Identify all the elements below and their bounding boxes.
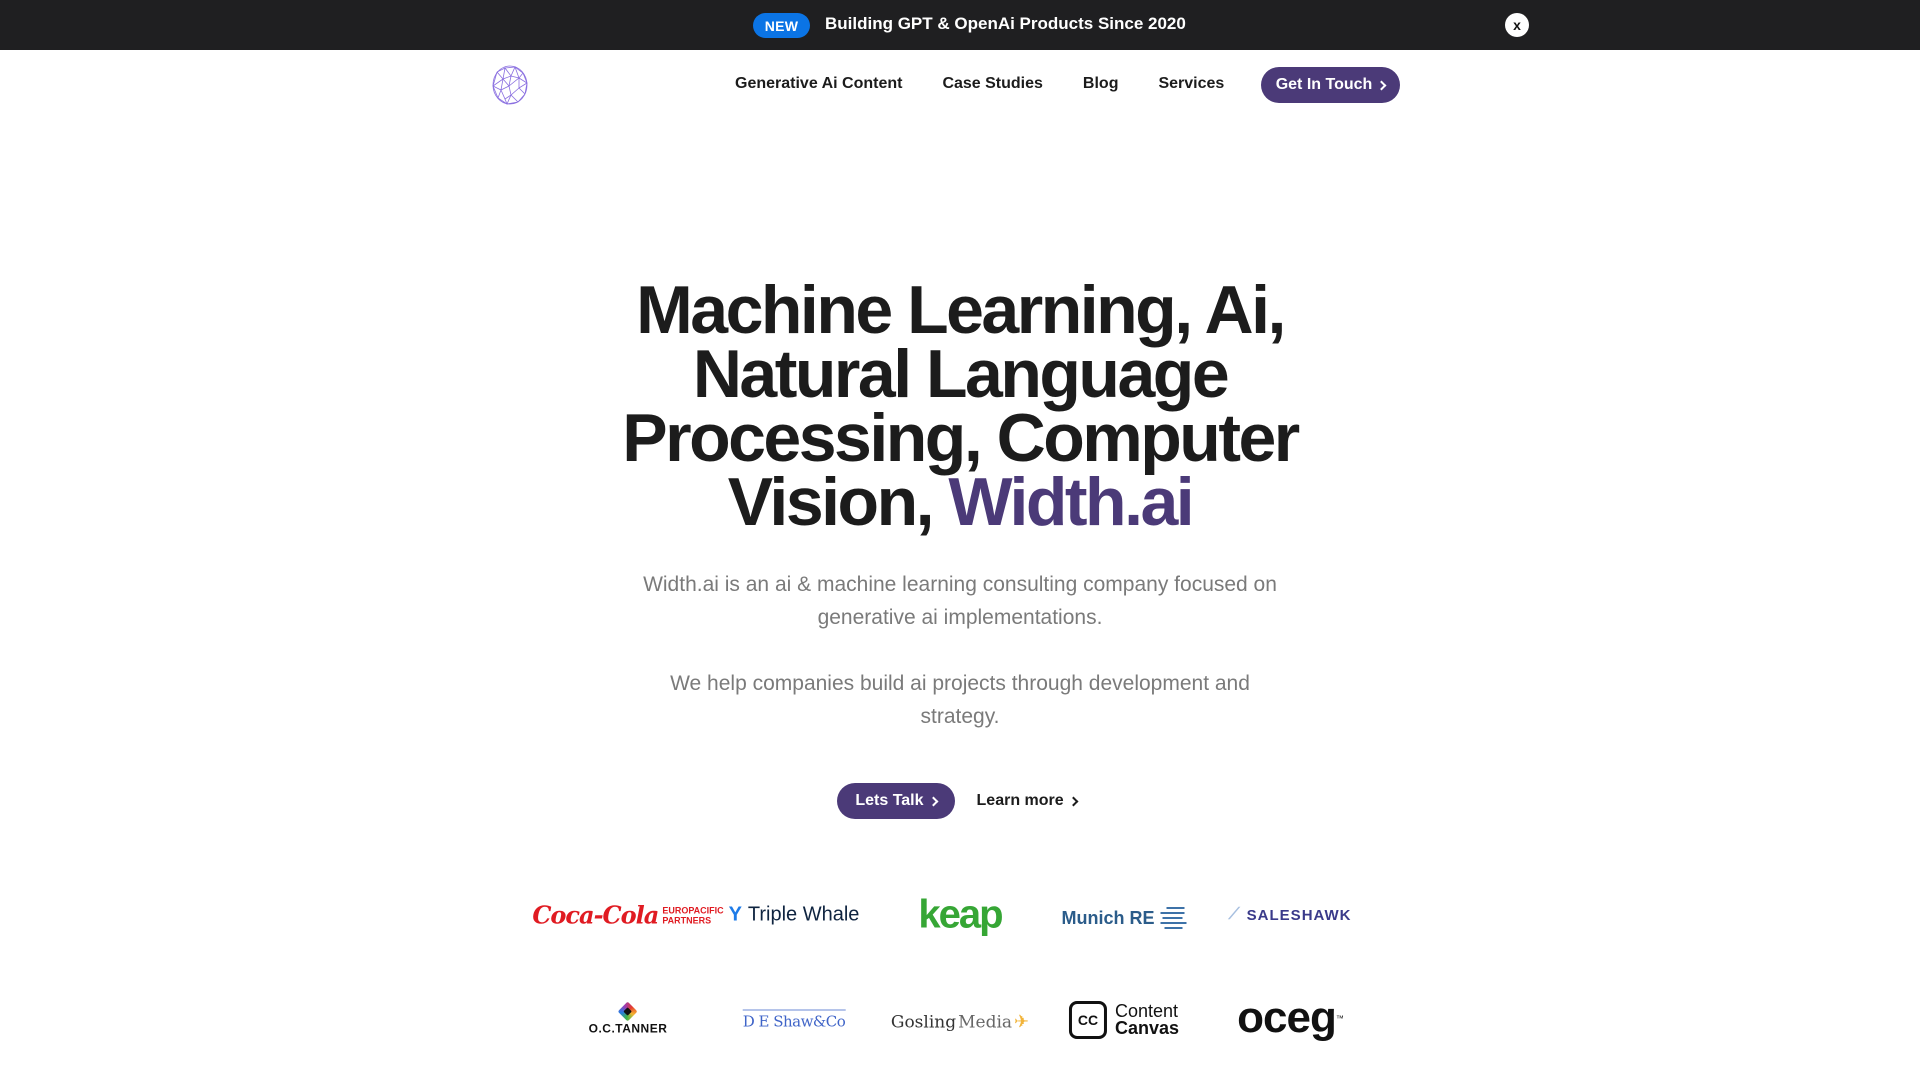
gosling-text: Gosling [890, 1012, 957, 1032]
logo-triple-whale: Y Triple Whale [729, 904, 860, 927]
logo-content-canvas: CC Content Canvas [1068, 1001, 1180, 1039]
canvas-text: Canvas [1114, 1018, 1180, 1038]
top-nav: Generative Ai Content Case Studies Blog … [0, 50, 1920, 120]
geodesic-sphere-logo-icon[interactable] [491, 64, 529, 106]
oc-tanner-text: O.C.TANNER [588, 1021, 668, 1036]
lets-talk-label: Lets Talk [855, 792, 924, 809]
learn-more-label: Learn more [976, 792, 1064, 809]
chevron-right-icon [1068, 796, 1079, 807]
content-canvas-mark-icon: CC [1068, 1001, 1107, 1039]
nav-link-blog[interactable]: Blog [1083, 75, 1119, 93]
oceg-text: oceg [1237, 993, 1337, 1042]
get-in-touch-button[interactable]: Get In Touch [1261, 67, 1400, 103]
saleshawk-text: SALESHAWK [1246, 906, 1352, 924]
nav-links: Generative Ai Content Case Studies Blog … [735, 75, 1224, 93]
coca-cola-tagline: EUROPACIFIC PARTNERS [662, 905, 723, 925]
nav-link-case-studies[interactable]: Case Studies [942, 75, 1042, 93]
gosling-bird-icon: ✈ [1014, 1011, 1030, 1033]
content-canvas-text: Content Canvas [1114, 1002, 1180, 1038]
oc-tanner-gem-icon [618, 1001, 638, 1022]
tagline-line-2: PARTNERS [662, 915, 712, 925]
hero-subdescription: We help companies build ai projects thro… [670, 672, 1250, 728]
hero-actions: Lets Talk Learn more [0, 783, 1920, 819]
new-badge: NEW [753, 13, 810, 38]
chevron-right-icon [1376, 80, 1387, 91]
hawk-wing-icon: ⟋ [1228, 906, 1241, 923]
logo-munich-re: Munich RE [1062, 907, 1187, 929]
announcement-text[interactable]: Building GPT & OpenAi Products Since 202… [825, 14, 1186, 34]
tagline-line-1: EUROPACIFIC [662, 905, 724, 915]
announcement-banner: NEW Building GPT & OpenAi Products Since… [0, 0, 1920, 50]
close-banner-button[interactable]: x [1505, 13, 1529, 37]
logo-de-shaw: D E Shaw&Co [742, 1009, 846, 1031]
logo-saleshawk: ⟋ SALESHAWK [1228, 906, 1351, 924]
logo-gosling-media: Gosling Media ✈ [891, 1012, 1029, 1033]
whale-tail-icon: Y [728, 903, 742, 926]
munich-re-text: Munich RE [1061, 907, 1155, 928]
get-in-touch-label: Get In Touch [1275, 76, 1373, 93]
lets-talk-button[interactable]: Lets Talk [837, 783, 955, 819]
hero-headline-accent: Width.ai [948, 464, 1194, 540]
coca-cola-script: Coca-Cola [532, 900, 659, 930]
logo-coca-cola-europacific: Coca-Cola EUROPACIFIC PARTNERS [532, 901, 723, 930]
chevron-right-icon [928, 796, 938, 807]
media-text: Media [958, 1012, 1013, 1032]
learn-more-link[interactable]: Learn more [971, 783, 1083, 819]
munich-re-mark-icon [1160, 907, 1187, 929]
triple-whale-text: Triple Whale [747, 903, 860, 926]
trademark-symbol: ™ [1335, 1013, 1344, 1023]
hero-description: Width.ai is an ai & machine learning con… [643, 573, 1277, 629]
nav-link-services[interactable]: Services [1158, 75, 1224, 93]
logo-oceg: oceg ™ [1237, 993, 1344, 1043]
hero-section: Machine Learning, Ai, Natural Language P… [560, 276, 1360, 733]
nav-link-generative-ai-content[interactable]: Generative Ai Content [735, 75, 902, 93]
hero-headline: Machine Learning, Ai, Natural Language P… [560, 276, 1360, 536]
logo-oc-tanner: O.C.TANNER [588, 1001, 668, 1036]
logo-keap: keap [918, 892, 1003, 937]
